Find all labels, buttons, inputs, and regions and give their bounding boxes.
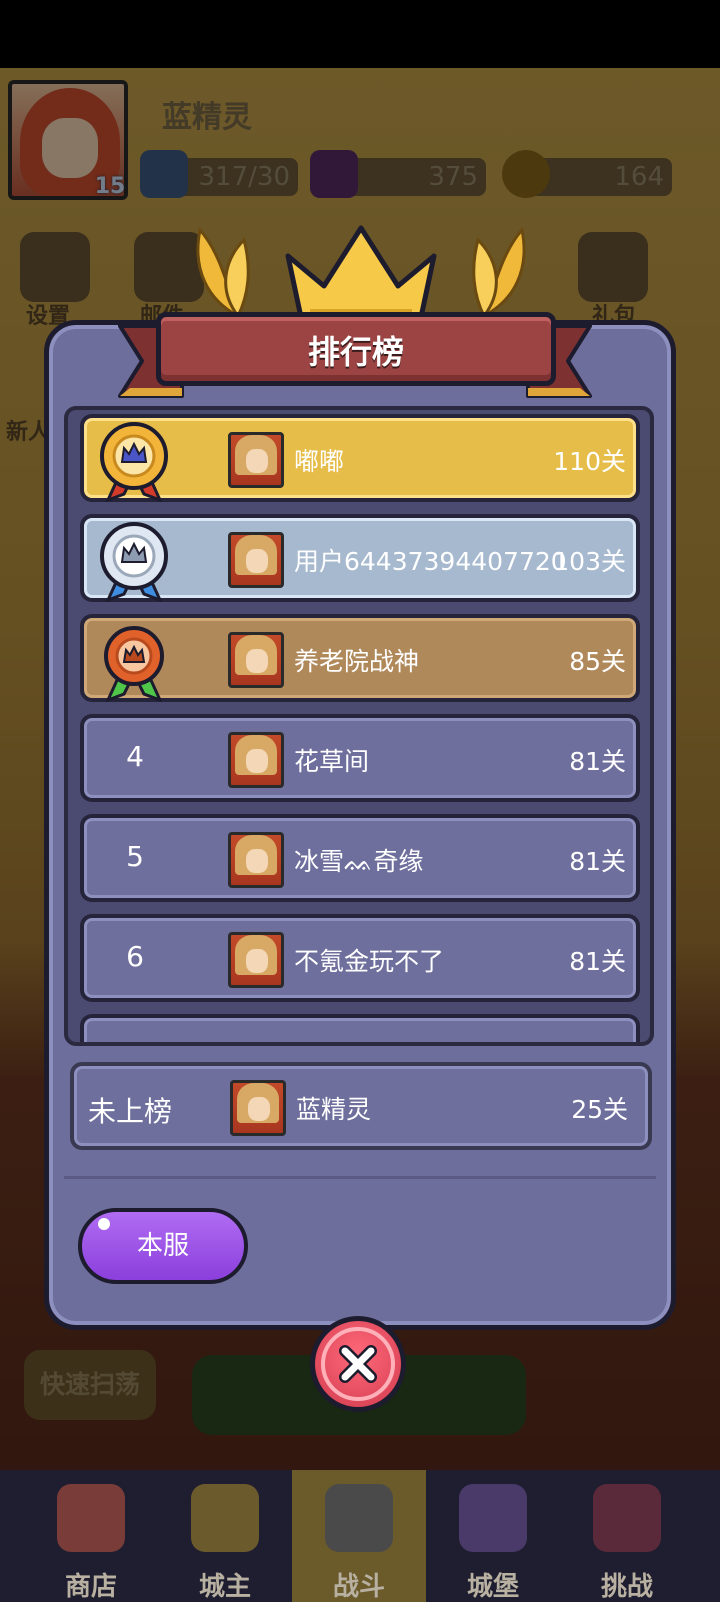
wheat-left-icon [196, 226, 250, 320]
rank-number: 6 [126, 940, 144, 973]
nav-tab-lord[interactable]: 城主 [158, 1470, 292, 1602]
level-score: 110关 [553, 447, 626, 476]
castle-icon [459, 1484, 527, 1552]
rank-number: 5 [126, 840, 144, 873]
my-level-score: 25关 [571, 1095, 628, 1124]
leaderboard-row-3[interactable]: 养老院战神 85关 [80, 614, 640, 702]
silver-medal-icon [100, 522, 168, 602]
nav-label-lord: 城主 [198, 1572, 251, 1602]
leaderboard-row-2[interactable]: 用户64437394407720 103关 [80, 514, 640, 602]
avatar [228, 732, 284, 788]
leaderboard-row-1[interactable]: 嘟嘟 110关 [80, 414, 640, 502]
leaderboard-row-6[interactable]: 6 不氪金玩不了 81关 [80, 914, 640, 1002]
avatar [228, 632, 284, 688]
player-name: 嘟嘟 [294, 447, 345, 476]
nav-label-challenge: 挑战 [600, 1572, 653, 1602]
level-score: 85关 [569, 647, 626, 676]
close-button[interactable] [310, 1316, 406, 1412]
crossed-swords-icon [325, 1484, 393, 1552]
leaderboard-title: 排行榜 [307, 333, 404, 371]
wheat-right-icon [472, 226, 526, 320]
nav-label-castle: 城堡 [466, 1572, 519, 1602]
bronze-medal-icon [104, 626, 164, 702]
level-score: 81关 [569, 847, 626, 876]
close-icon [339, 1345, 377, 1383]
crown-icon [191, 1484, 259, 1552]
server-filter-button[interactable]: 本服 [78, 1208, 248, 1284]
avatar [228, 932, 284, 988]
status-bar [0, 0, 720, 68]
nav-label-shop: 商店 [64, 1572, 117, 1602]
avatar [230, 1080, 286, 1136]
player-name: 花草间 [294, 747, 370, 776]
nav-tab-shop[interactable]: 商店 [24, 1470, 158, 1602]
nav-tab-battle[interactable]: 战斗 [292, 1470, 426, 1602]
level-score: 103关 [553, 547, 626, 576]
level-score: 81关 [569, 747, 626, 776]
demon-icon [593, 1484, 661, 1552]
avatar [228, 432, 284, 488]
leaderboard-row-4[interactable]: 4 花草间 81关 [80, 714, 640, 802]
gold-medal-icon [100, 422, 168, 502]
nav-label-battle: 战斗 [332, 1572, 385, 1602]
crown-icon [285, 225, 437, 325]
leaderboard-row-5[interactable]: 5 冰雪ᨐ奇缘 81关 [80, 814, 640, 902]
my-rank-row: 未上榜 蓝精灵 25关 [70, 1062, 652, 1150]
leaderboard-list[interactable]: 嘟嘟 110关 用户64437394407720 103关 养老院战神 85关 … [64, 406, 654, 1046]
avatar [228, 532, 284, 588]
bottom-nav: 商店 城主 战斗 城堡 挑战 [0, 1470, 720, 1602]
nav-tab-challenge[interactable]: 挑战 [560, 1470, 694, 1602]
my-rank-text: 未上榜 [88, 1095, 173, 1128]
server-filter-label: 本服 [136, 1231, 189, 1261]
shop-icon [57, 1484, 125, 1552]
leaderboard-title-banner: 排行榜 [156, 312, 556, 386]
player-name: 用户64437394407720 [294, 547, 567, 576]
leaderboard-row-partial[interactable] [80, 1014, 640, 1042]
avatar [228, 832, 284, 888]
divider [64, 1176, 656, 1179]
button-shine [98, 1218, 110, 1230]
my-player-name: 蓝精灵 [296, 1095, 372, 1124]
nav-tab-castle[interactable]: 城堡 [426, 1470, 560, 1602]
rank-number: 4 [126, 740, 144, 773]
player-name: 养老院战神 [294, 647, 420, 676]
player-name: 不氪金玩不了 [294, 947, 445, 976]
level-score: 81关 [569, 947, 626, 976]
player-name: 冰雪ᨐ奇缘 [294, 847, 424, 876]
